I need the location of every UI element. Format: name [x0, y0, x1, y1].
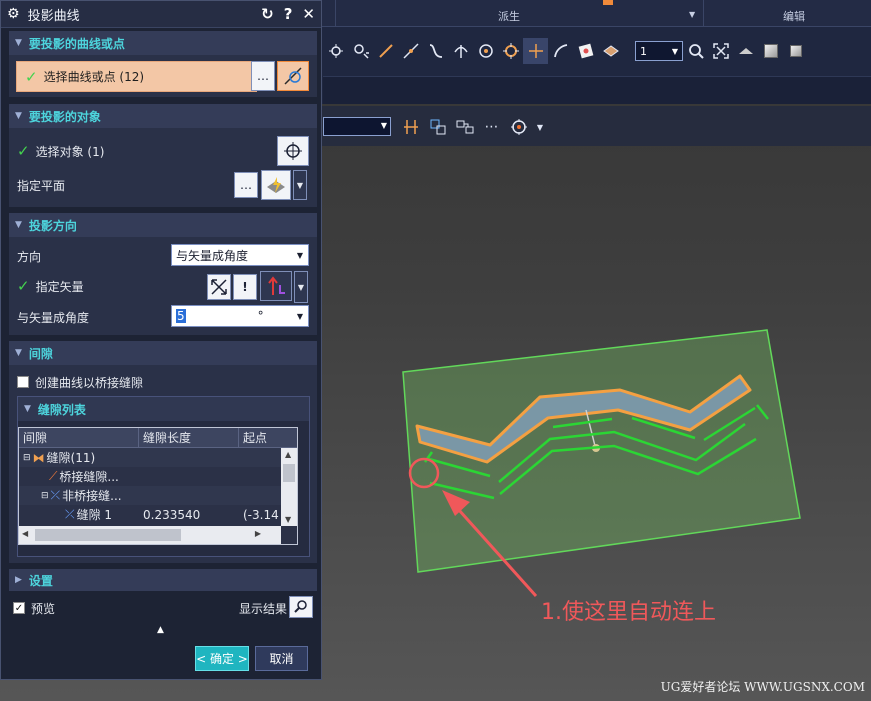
section-objects: ▼ 要投影的对象 ✓ 选择对象 (1) 指定平面 … ▼: [9, 104, 317, 207]
section-direction: ▼ 投影方向 方向 与矢量成角度 ▼ ✓ 指定矢量 ! ▼ 与矢量成角度 5 ° ▼: [9, 213, 317, 335]
vector-icon[interactable]: [260, 271, 292, 301]
scroll-thumb[interactable]: [35, 529, 181, 541]
bridge-gaps-row[interactable]: 创建曲线以桥接缝隙: [9, 369, 317, 395]
crosshair-icon[interactable]: [277, 136, 309, 166]
collapse-icon: ▼: [15, 220, 22, 230]
reset-icon[interactable]: ↻: [261, 5, 274, 23]
section-header-settings[interactable]: ▶ 设置: [9, 569, 317, 591]
curve-select-icon[interactable]: [277, 61, 309, 91]
collapse-icon: ▼: [15, 348, 22, 358]
scroll-left-icon[interactable]: ◀: [22, 529, 28, 538]
ok-button[interactable]: < 确定 >: [195, 646, 249, 671]
collapse-icon: ▼: [15, 111, 22, 121]
section-settings: ▶ 设置: [9, 569, 317, 591]
section-header-objects[interactable]: ▼ 要投影的对象: [9, 104, 317, 128]
select-curves-row[interactable]: ✓ 选择曲线或点 (12): [16, 61, 257, 92]
vector-dialog-button[interactable]: !: [233, 274, 257, 300]
tree-collapse-icon[interactable]: ⊟: [41, 491, 49, 501]
chevron-down-icon[interactable]: ▼: [293, 170, 307, 200]
vertical-scrollbar[interactable]: ▲ ▼: [281, 448, 297, 526]
tree-collapse-icon[interactable]: ⊟: [23, 453, 31, 463]
projected-curve-dialog: ⚙ 投影曲线 ↻ ? ✕ ▼ 要投影的曲线或点 ✓ 选择曲线或点 (12) … ▼…: [0, 0, 322, 680]
reverse-direction-icon[interactable]: [207, 274, 231, 300]
column-gap[interactable]: 间隙: [19, 428, 139, 447]
scroll-thumb[interactable]: [283, 464, 295, 482]
scroll-down-icon[interactable]: ▼: [285, 515, 291, 524]
close-icon[interactable]: ✕: [302, 5, 315, 23]
preview-row[interactable]: ✓ 预览: [5, 595, 155, 621]
non-bridge-gap-icon: ⤫: [50, 488, 61, 502]
section-header-direction[interactable]: ▼ 投影方向: [9, 213, 317, 237]
gear-icon[interactable]: ⚙: [7, 6, 20, 22]
bridge-gaps-checkbox[interactable]: [17, 376, 29, 388]
column-start[interactable]: 起点: [239, 428, 283, 447]
table-row[interactable]: ⊟ ⤫ 非桥接缝...: [19, 486, 281, 505]
bridge-gap-icon: ⟋: [49, 469, 58, 483]
plane-dialog-button[interactable]: …: [234, 172, 258, 198]
select-object-row[interactable]: ✓ 选择对象 (1): [9, 138, 317, 164]
help-icon[interactable]: ?: [284, 5, 293, 23]
gap-list-header: 间隙 缝隙长度 起点: [19, 428, 297, 448]
show-result-label: 显示结果: [239, 602, 288, 616]
section-curves: ▼ 要投影的曲线或点 ✓ 选择曲线或点 (12) …: [9, 31, 317, 97]
table-row[interactable]: ⤫ 缝隙 1 0.233540 (-3.14: [19, 505, 281, 524]
watermark: UG爱好者论坛 WWW.UGSNX.COM: [660, 680, 865, 694]
expand-icon: ▶: [15, 575, 22, 585]
cancel-button[interactable]: 取消: [255, 646, 308, 671]
check-icon: ✓: [17, 142, 30, 160]
point-dialog-button[interactable]: …: [251, 61, 275, 91]
gap-list-table[interactable]: 间隙 缝隙长度 起点 ⊟ ⧓ 缝隙(11) ⟋ 桥接缝隙... ⊟ ⤫ 非桥接缝... ⤫…: [18, 427, 298, 545]
chevron-up-icon[interactable]: ▲: [157, 625, 164, 635]
collapse-icon: ▼: [15, 38, 22, 48]
show-result-search-icon[interactable]: [289, 596, 313, 618]
section-header-gap-list[interactable]: ▼ 缝隙列表: [18, 397, 309, 421]
direction-select[interactable]: 与矢量成角度 ▼: [171, 244, 309, 266]
dialog-title: 投影曲线: [27, 8, 80, 24]
dialog-titlebar[interactable]: ⚙ 投影曲线 ↻ ? ✕: [1, 1, 321, 28]
scroll-right-icon[interactable]: ▶: [255, 529, 261, 538]
annotation-text: 1.使这里自动连上: [541, 600, 716, 625]
angle-input[interactable]: 5 ° ▼: [171, 305, 309, 327]
check-icon: ✓: [17, 277, 30, 295]
column-gap-length[interactable]: 缝隙长度: [139, 428, 239, 447]
gap-node-icon: ⧓: [32, 450, 45, 465]
section-header-gap[interactable]: ▼ 间隙: [9, 341, 317, 365]
preview-checkbox[interactable]: ✓: [13, 602, 25, 614]
collapse-icon: ▼: [24, 404, 31, 414]
gap-item-icon: ⤫: [65, 507, 75, 521]
plane-icon[interactable]: [261, 170, 291, 200]
chevron-down-icon: ▼: [296, 250, 304, 260]
table-row[interactable]: ⟋ 桥接缝隙...: [19, 467, 281, 486]
chevron-down-icon[interactable]: ▼: [294, 271, 308, 303]
table-row[interactable]: ⊟ ⧓ 缝隙(11): [19, 448, 281, 467]
check-icon: ✓: [25, 67, 38, 86]
chevron-down-icon: ▼: [296, 311, 304, 321]
horizontal-scrollbar[interactable]: ◀ ▶: [19, 526, 281, 544]
scroll-up-icon[interactable]: ▲: [285, 450, 291, 459]
section-header-curves[interactable]: ▼ 要投影的曲线或点: [9, 31, 317, 55]
gap-list-body: ⊟ ⧓ 缝隙(11) ⟋ 桥接缝隙... ⊟ ⤫ 非桥接缝... ⤫ 缝隙 1 0.2335…: [19, 448, 281, 524]
